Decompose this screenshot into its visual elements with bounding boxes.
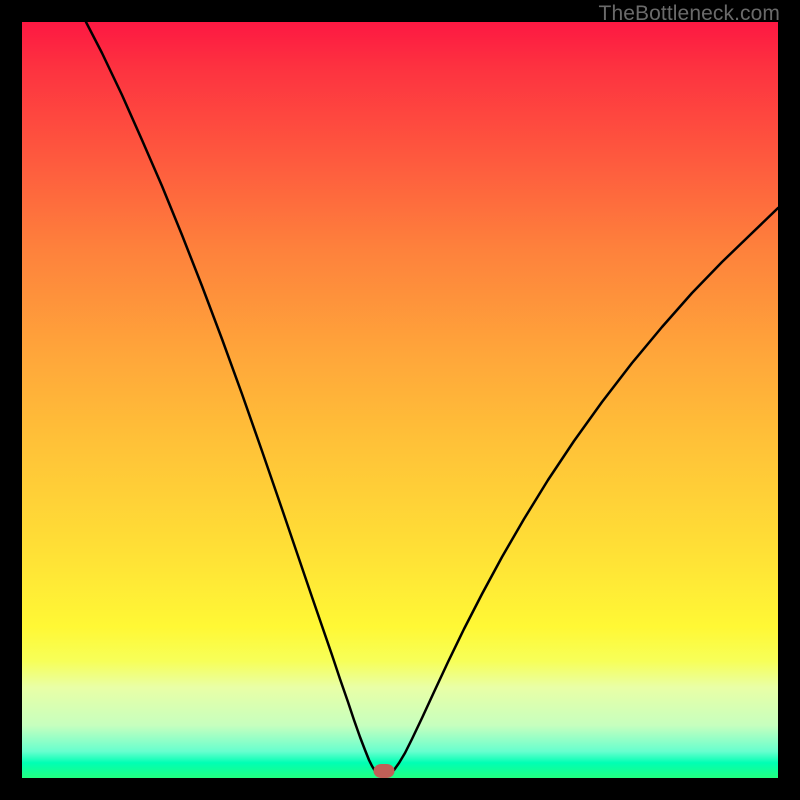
- plot-area: [22, 22, 778, 778]
- chart-frame: [22, 22, 778, 778]
- bottleneck-curve: [22, 22, 778, 778]
- minimum-marker: [374, 764, 395, 778]
